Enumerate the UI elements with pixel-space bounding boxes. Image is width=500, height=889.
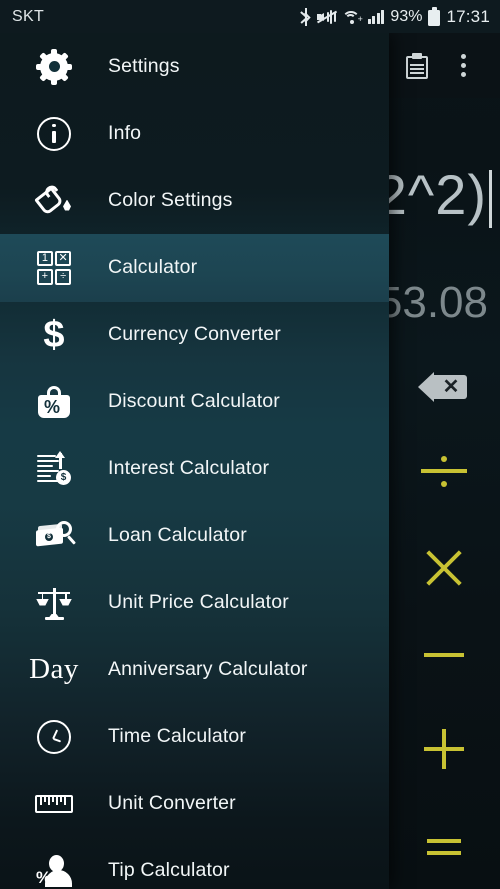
chart-growth-coin-icon: $	[37, 450, 71, 485]
drawer-item-label: Anniversary Calculator	[108, 658, 308, 680]
percent-bag-icon: %	[38, 385, 70, 418]
drawer-item-unit-price-calculator[interactable]: Unit Price Calculator	[0, 569, 389, 636]
expression-text: 2^2)	[375, 163, 487, 226]
clock-label: 17:31	[446, 6, 490, 26]
person-percent-icon: %	[36, 854, 72, 887]
drawer-item-list: Settings Info Color Settings 1 ✕ + ÷ Cal…	[0, 33, 389, 889]
drawer-item-loan-calculator[interactable]: $ Loan Calculator	[0, 502, 389, 569]
history-button[interactable]	[394, 43, 440, 89]
drawer-item-label: Time Calculator	[108, 725, 247, 747]
ruler-icon	[35, 794, 73, 813]
drawer-item-label: Unit Converter	[108, 792, 236, 814]
text-caret	[489, 170, 492, 228]
bluetooth-icon	[300, 7, 311, 26]
status-icons: + 93% 17:31	[300, 7, 490, 27]
minus-icon	[424, 653, 464, 657]
battery-percent-label: 93%	[390, 7, 423, 25]
backspace-icon: ✕	[418, 372, 470, 402]
drawer-item-label: Color Settings	[108, 189, 233, 211]
drawer-item-label: Discount Calculator	[108, 390, 280, 412]
phone-screen: 2^2) 53.08 ✕ Settings Info Color Setting…	[0, 0, 500, 889]
plus-button[interactable]	[388, 705, 500, 793]
paint-bucket-icon	[34, 182, 72, 218]
minus-button[interactable]	[388, 611, 500, 699]
drawer-item-label: Interest Calculator	[108, 457, 270, 479]
info-icon	[37, 116, 71, 151]
backspace-button[interactable]: ✕	[388, 343, 500, 431]
drawer-item-interest-calculator[interactable]: $ Interest Calculator	[0, 435, 389, 502]
drawer-item-info[interactable]: Info	[0, 100, 389, 167]
result-display: 53.08	[377, 278, 488, 327]
money-magnifier-icon: $	[36, 520, 76, 551]
drawer-item-label: Info	[108, 122, 142, 144]
dollar-sign-icon: $	[43, 313, 65, 356]
wifi-icon: +	[341, 9, 363, 25]
drawer-item-currency-converter[interactable]: $ Currency Converter	[0, 301, 389, 368]
clipboard-icon	[406, 52, 428, 79]
more-vertical-icon	[460, 54, 466, 77]
mute-icon	[316, 9, 337, 25]
carrier-label: SKT	[12, 7, 45, 25]
drawer-item-anniversary-calculator[interactable]: Day Anniversary Calculator	[0, 636, 389, 703]
drawer-item-label: Loan Calculator	[108, 524, 247, 546]
navigation-drawer: Settings Info Color Settings 1 ✕ + ÷ Cal…	[0, 33, 389, 889]
equals-button[interactable]	[388, 803, 500, 889]
expression-display[interactable]: 2^2)	[376, 162, 492, 228]
plus-icon	[424, 729, 464, 769]
multiply-button[interactable]	[388, 524, 500, 612]
drawer-item-tip-calculator[interactable]: % Tip Calculator	[0, 837, 389, 889]
drawer-item-unit-converter[interactable]: Unit Converter	[0, 770, 389, 837]
multiply-icon	[424, 548, 464, 588]
gear-icon	[36, 48, 72, 85]
divide-icon	[421, 450, 467, 492]
day-text-icon: Day	[29, 653, 79, 685]
drawer-item-settings[interactable]: Settings	[0, 33, 389, 100]
drawer-item-discount-calculator[interactable]: % Discount Calculator	[0, 368, 389, 435]
drawer-item-time-calculator[interactable]: Time Calculator	[0, 703, 389, 770]
divide-button[interactable]	[388, 427, 500, 515]
drawer-item-color-settings[interactable]: Color Settings	[0, 167, 389, 234]
overflow-menu-button[interactable]	[440, 43, 486, 89]
drawer-item-label: Calculator	[108, 256, 198, 278]
drawer-item-label: Tip Calculator	[108, 859, 230, 881]
drawer-item-label: Currency Converter	[108, 323, 281, 345]
balance-scale-icon	[36, 586, 72, 620]
drawer-item-calculator[interactable]: 1 ✕ + ÷ Calculator	[0, 234, 389, 301]
drawer-item-label: Settings	[108, 55, 180, 77]
equals-icon	[427, 839, 461, 855]
battery-icon	[428, 7, 441, 26]
signal-bars-icon	[367, 9, 385, 24]
status-bar: SKT + 93% 17:31	[0, 0, 500, 33]
clock-icon	[37, 719, 71, 754]
drawer-item-label: Unit Price Calculator	[108, 591, 289, 613]
calculator-grid-icon: 1 ✕ + ÷	[37, 250, 71, 285]
